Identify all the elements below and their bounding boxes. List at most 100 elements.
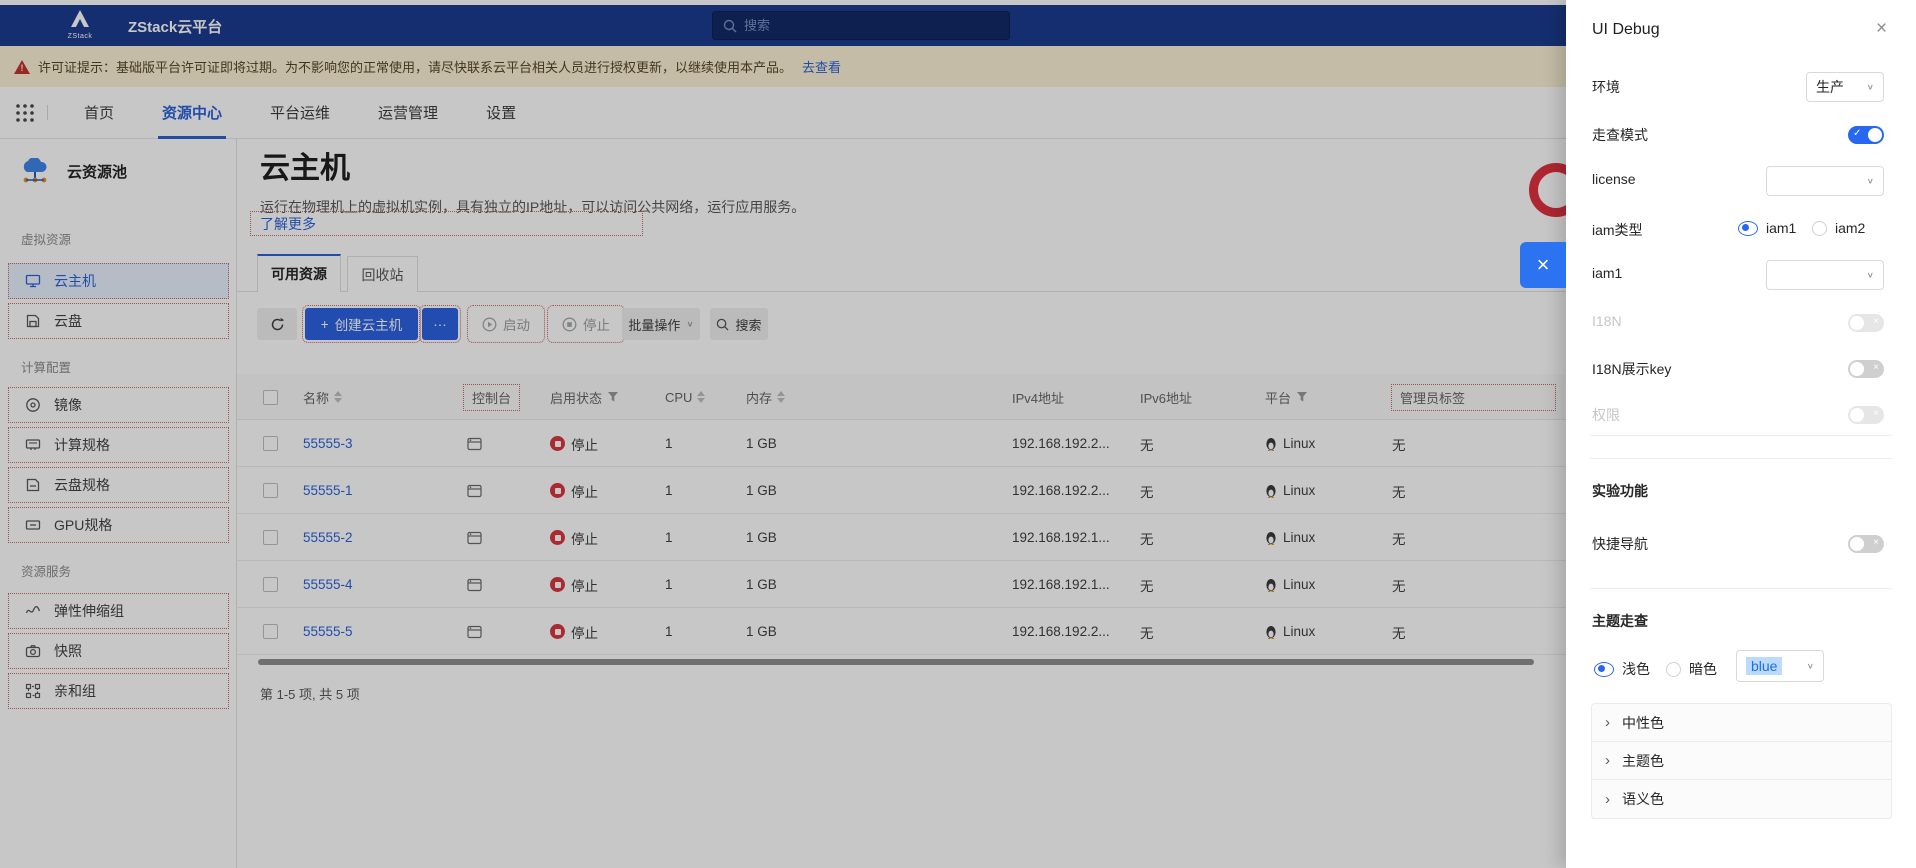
stop-button[interactable]: 停止 <box>547 305 625 343</box>
env-select[interactable]: 生产 ∨ <box>1806 72 1884 102</box>
tab-home[interactable]: 首页 <box>84 87 114 139</box>
filter-funnel-icon[interactable] <box>1296 391 1308 403</box>
tab-operations[interactable]: 运营管理 <box>378 87 438 139</box>
nav-divider <box>47 105 48 120</box>
x-icon: × <box>1873 407 1879 419</box>
walkthrough-toggle[interactable]: ✓ <box>1848 126 1884 144</box>
ipv4-value: 192.168.192.1... <box>1012 577 1110 592</box>
ui-debug-drawer: UI Debug × 环境 生产 ∨ 走查模式 ✓ license ∨ iam类型… <box>1566 0 1916 868</box>
zstack-logo[interactable]: ZStack <box>60 9 100 40</box>
theme-color-select[interactable]: blue ∨ <box>1736 650 1824 682</box>
global-search-input[interactable] <box>744 18 974 33</box>
linux-icon <box>1266 578 1276 592</box>
vm-name-link[interactable]: 55555-3 <box>303 436 353 451</box>
drawer-title: UI Debug <box>1592 21 1660 38</box>
learn-more-link[interactable]: 了解更多 <box>260 214 316 234</box>
warning-icon: ! <box>14 59 30 74</box>
column-status[interactable]: 启用状态 <box>550 374 619 420</box>
search-button[interactable]: 搜索 <box>710 308 768 340</box>
sidebar-panel <box>0 139 237 868</box>
iam2-radio[interactable]: iam2 <box>1812 220 1865 236</box>
console-icon[interactable] <box>467 608 482 655</box>
close-icon: × <box>1536 252 1550 277</box>
row-checkbox[interactable] <box>263 420 278 467</box>
console-icon[interactable] <box>467 420 482 467</box>
table-row: 55555-4 停止 1 1 GB 192.168.192.1... 无 Lin… <box>237 561 1566 608</box>
x-icon: × <box>1873 315 1879 327</box>
start-button[interactable]: 启动 <box>467 305 545 343</box>
license-view-link[interactable]: 去查看 <box>802 57 841 76</box>
ipv6-value: 无 <box>1140 578 1154 594</box>
row-checkbox[interactable] <box>263 467 278 514</box>
collapse-semantic-colors[interactable]: › 语义色 <box>1592 780 1891 818</box>
quick-nav-toggle[interactable]: × <box>1848 535 1884 553</box>
iam1-radio[interactable]: iam1 <box>1738 220 1796 236</box>
horizontal-scrollbar[interactable] <box>258 659 1534 665</box>
memory-value: 1 GB <box>746 436 777 451</box>
sidebar-item-image[interactable]: 镜像 <box>8 387 229 423</box>
more-actions-button[interactable]: ··· <box>419 305 461 343</box>
iam1-select[interactable]: ∨ <box>1766 260 1884 290</box>
sidebar-item-snapshot[interactable]: 快照 <box>8 633 229 669</box>
sidebar-item-vm[interactable]: 云主机 <box>8 263 229 299</box>
tab-platform-ops[interactable]: 平台运维 <box>270 87 330 139</box>
column-memory[interactable]: 内存 <box>746 374 786 420</box>
env-row: 环境 生产 ∨ <box>1566 70 1916 104</box>
i18n-toggle[interactable]: × <box>1848 314 1884 332</box>
sorter-icon[interactable] <box>777 391 786 403</box>
global-search-box[interactable] <box>712 11 1010 40</box>
filter-funnel-icon[interactable] <box>607 391 619 403</box>
chevron-down-icon: ∨ <box>1806 661 1814 671</box>
platform-value: Linux <box>1265 608 1315 655</box>
license-label: license <box>1592 171 1636 187</box>
search-label: 搜索 <box>735 317 762 333</box>
select-all-checkbox[interactable] <box>263 374 278 420</box>
license-select[interactable]: ∨ <box>1766 166 1884 196</box>
sorter-icon[interactable] <box>334 391 343 403</box>
cpu-value: 1 <box>665 530 673 545</box>
chevron-down-icon: ∨ <box>1866 270 1874 280</box>
sidebar-item-volume-offering[interactable]: 云盘规格 <box>8 467 229 503</box>
column-console[interactable]: 控制台 <box>463 374 521 420</box>
theme-dark-radio[interactable]: 暗色 <box>1666 659 1717 679</box>
vm-name-link[interactable]: 55555-1 <box>303 483 353 498</box>
vm-name-link[interactable]: 55555-5 <box>303 624 353 639</box>
sorter-icon[interactable] <box>697 391 706 403</box>
close-icon[interactable]: × <box>1876 18 1887 40</box>
i18n-key-toggle[interactable]: × <box>1848 360 1884 378</box>
batch-actions-button[interactable]: 批量操作 ∨ <box>622 308 700 340</box>
collapse-theme-colors[interactable]: › 主题色 <box>1592 742 1891 780</box>
tab-resource-center[interactable]: 资源中心 <box>158 87 227 139</box>
vm-name-link[interactable]: 55555-4 <box>303 577 353 592</box>
check-icon: ✓ <box>1853 127 1862 139</box>
sidebar-item-autoscaling[interactable]: 弹性伸缩组 <box>8 593 229 629</box>
sidebar-item-gpu-offering[interactable]: GPU规格 <box>8 507 229 543</box>
collapse-neutral-colors[interactable]: › 中性色 <box>1592 704 1891 742</box>
tab-settings[interactable]: 设置 <box>486 87 516 139</box>
drawer-close-handle[interactable]: × <box>1520 242 1566 288</box>
column-cpu[interactable]: CPU <box>665 374 706 420</box>
permission-toggle[interactable]: × <box>1848 406 1884 424</box>
tab-recycle-bin[interactable]: 回收站 <box>347 256 418 292</box>
console-icon[interactable] <box>467 514 482 561</box>
row-checkbox[interactable] <box>263 561 278 608</box>
experimental-section-header: 实验功能 <box>1592 483 1648 499</box>
console-icon[interactable] <box>467 467 482 514</box>
console-icon[interactable] <box>467 561 482 608</box>
vm-name-link[interactable]: 55555-2 <box>303 530 353 545</box>
tab-available-resources[interactable]: 可用资源 <box>257 254 341 292</box>
sidebar-item-affinity-group[interactable]: 亲和组 <box>8 673 229 709</box>
sidebar-item-volume[interactable]: 云盘 <box>8 303 229 339</box>
column-platform[interactable]: 平台 <box>1265 374 1308 420</box>
create-vm-button[interactable]: + 创建云主机 <box>302 305 421 343</box>
column-name[interactable]: 名称 <box>303 374 343 420</box>
sidebar-item-label: 快照 <box>54 643 82 659</box>
table-row: 55555-5 停止 1 1 GB 192.168.192.2... 无 Lin… <box>237 608 1566 655</box>
sidebar-item-instance-offering[interactable]: 计算规格 <box>8 427 229 463</box>
apps-grid-icon[interactable] <box>14 102 36 124</box>
theme-light-radio[interactable]: 浅色 <box>1594 659 1650 679</box>
refresh-button[interactable] <box>257 308 297 340</box>
sidebar-item-label: 云主机 <box>54 273 96 289</box>
row-checkbox[interactable] <box>263 514 278 561</box>
row-checkbox[interactable] <box>263 608 278 655</box>
